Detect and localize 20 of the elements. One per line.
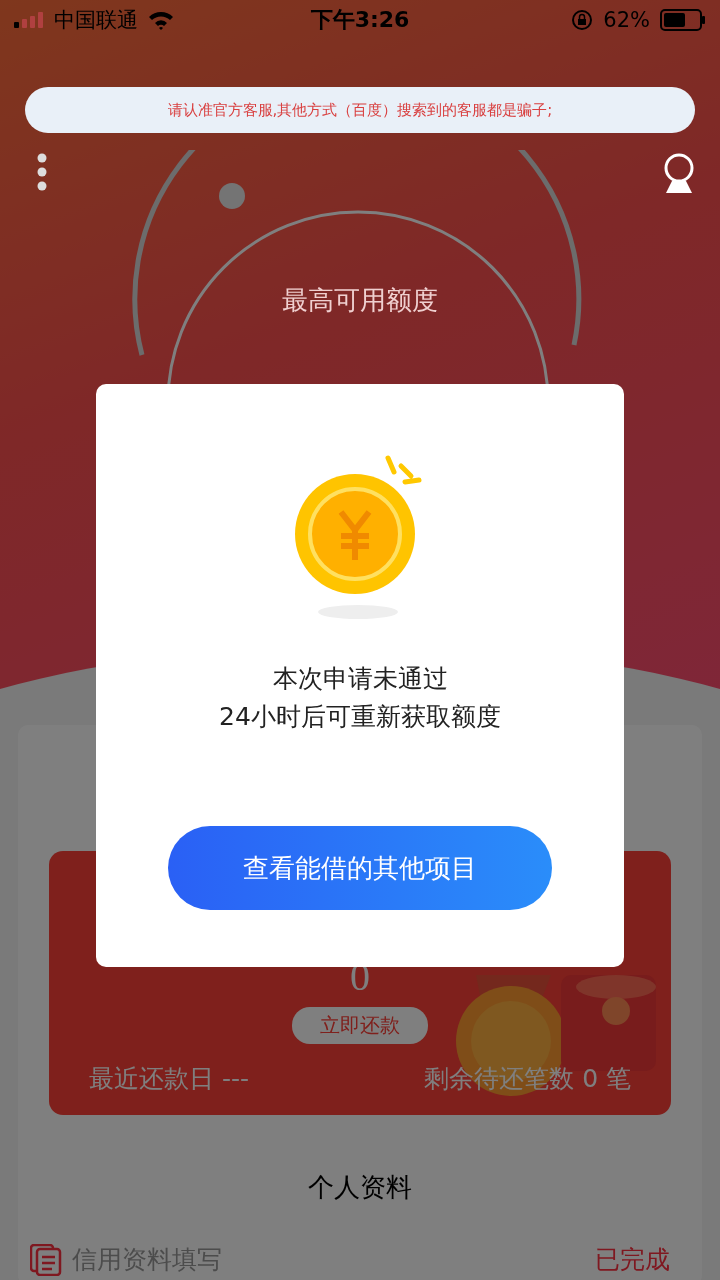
profile-item-status: 已完成	[595, 1244, 670, 1276]
dialog-message: 本次申请未通过	[272, 663, 448, 695]
battery-icon	[660, 9, 706, 31]
other-projects-button[interactable]: 查看能借的其他项目	[168, 826, 552, 910]
wifi-icon	[148, 10, 174, 30]
rotation-lock-icon	[571, 9, 594, 31]
dialog-message: 24小时后可重新获取额度	[219, 701, 501, 733]
next-repayment-date: 最近还款日 ---	[89, 1063, 249, 1095]
customer-service-icon[interactable]	[662, 153, 696, 193]
notice-banner: 请认准官方客服,其他方式（百度）搜索到的客服都是骗子;	[25, 87, 695, 133]
quota-label: 最高可用额度	[281, 284, 439, 317]
remaining-repayments: 剩余待还笔数 0 笔	[424, 1063, 631, 1095]
document-icon	[30, 1243, 62, 1276]
clock-time: 下午3:26	[310, 6, 410, 34]
more-menu-icon[interactable]	[36, 153, 48, 191]
repay-now-button[interactable]: 立即还款	[292, 1007, 428, 1044]
battery-percent: 62%	[603, 8, 650, 32]
carrier-name: 中国联通	[54, 7, 138, 34]
signal-icon	[14, 12, 44, 28]
section-title: 个人资料	[307, 1171, 413, 1204]
